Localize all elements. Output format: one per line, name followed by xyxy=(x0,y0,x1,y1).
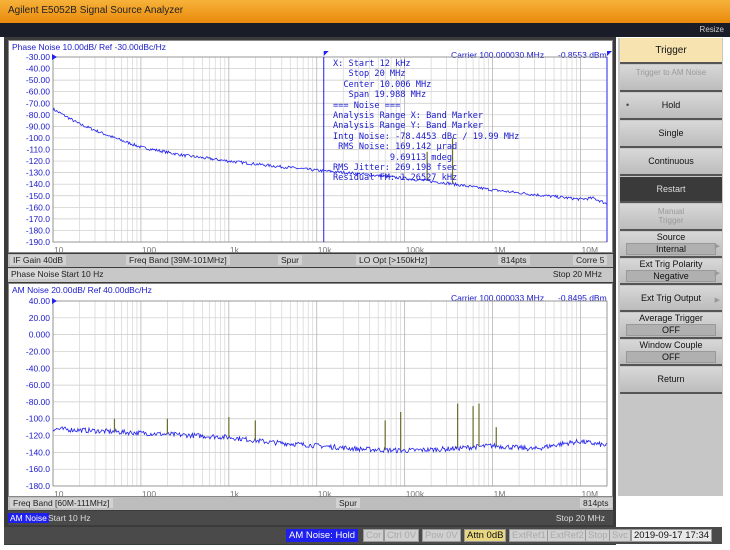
avg-label: Average Trigger xyxy=(639,313,703,323)
ext-trig-output-label: Ext Trig Output xyxy=(640,293,702,303)
y-tick-label: 0.000 xyxy=(29,330,51,340)
pow-indicator: Pow 0V xyxy=(422,529,461,542)
submenu-arrow-icon: ▶ xyxy=(714,269,720,277)
submenu-arrow-icon: ▶ xyxy=(714,242,720,250)
y-tick-label: -120.0 xyxy=(26,431,50,441)
am-freq-band: Freq Band [60M-111MHz] xyxy=(10,498,113,508)
cor-indicator: Cor xyxy=(363,529,385,542)
y-tick-label: -20.00 xyxy=(26,346,50,356)
y-tick-label: -80.00 xyxy=(26,397,50,407)
window-value: OFF xyxy=(626,351,716,363)
extref2-indicator: ExtRef2 xyxy=(547,529,587,542)
am-mode-label[interactable]: AM Noise xyxy=(8,513,49,523)
y-tick-label: -100.0 xyxy=(26,414,50,424)
window-couple-button[interactable]: Window Couple OFF xyxy=(620,340,722,366)
hold-label: Hold xyxy=(661,100,681,110)
am-status-row: Freq Band [60M-111MHz] Spur 814pts xyxy=(8,497,613,510)
svc-indicator: Svc xyxy=(609,529,631,542)
plot-area xyxy=(52,300,608,487)
status-bar: AM Noise: Hold Cor Ctrl 0V Pow 0V Attn 0… xyxy=(4,527,722,544)
y-tick-label: 20.00 xyxy=(29,313,51,323)
y-tick-label: -60.00 xyxy=(26,380,50,390)
extref1-indicator: ExtRef1 xyxy=(509,529,549,542)
y-tick-label: 40.00 xyxy=(29,296,51,306)
ctrl-indicator: Ctrl 0V xyxy=(384,529,420,542)
measurement-state: AM Noise: Hold xyxy=(286,529,358,542)
ref-level-icon xyxy=(52,298,57,304)
trigger-to-am-noise-button[interactable]: Trigger to AM Noise xyxy=(620,65,722,92)
source-button[interactable]: Source Internal ▶ xyxy=(620,232,722,258)
noise-trace xyxy=(52,426,608,454)
avg-value: OFF xyxy=(626,324,716,336)
y-tick-label: -180.0 xyxy=(26,481,50,491)
am-spur: Spur xyxy=(336,498,360,508)
hold-button[interactable]: • Hold xyxy=(620,93,722,120)
polarity-label: Ext Trig Polarity xyxy=(639,259,703,269)
attn-indicator: Attn 0dB xyxy=(464,529,507,542)
continuous-button[interactable]: Continuous xyxy=(620,149,722,176)
am-sweep-row: AM Noise Start 10 Hz Stop 20 MHz xyxy=(8,511,613,525)
window-label: Window Couple xyxy=(639,340,703,350)
ext-trig-polarity-button[interactable]: Ext Trig Polarity Negative ▶ xyxy=(620,259,722,285)
restart-button[interactable]: Restart xyxy=(620,177,722,203)
average-trigger-button[interactable]: Average Trigger OFF xyxy=(620,313,722,339)
source-label: Source xyxy=(656,232,686,242)
manual-trigger-button[interactable]: Manual Trigger xyxy=(620,204,722,231)
selected-dot-icon: • xyxy=(626,100,630,110)
am-start: Start 10 Hz xyxy=(48,513,91,523)
single-button[interactable]: Single xyxy=(620,121,722,148)
y-tick-label: -160.0 xyxy=(26,464,50,474)
submenu-arrow-icon: ▶ xyxy=(714,296,720,304)
am-points: 814pts xyxy=(580,498,612,508)
stop-indicator: Stop xyxy=(585,529,611,542)
am-stop: Stop 20 MHz xyxy=(555,513,605,523)
source-value: Internal xyxy=(626,243,716,255)
menu-title-trigger: Trigger xyxy=(620,38,722,64)
y-tick-label: -40.00 xyxy=(26,363,50,373)
y-tick-label: -140.0 xyxy=(26,447,50,457)
date-time: 2019-09-17 17:34 xyxy=(631,529,713,542)
softkey-menu: Trigger Trigger to AM Noise • Hold Single… xyxy=(618,38,723,496)
polarity-value: Negative xyxy=(626,270,716,282)
ext-trig-output-button[interactable]: Ext Trig Output ▶ xyxy=(620,286,722,312)
return-button[interactable]: Return xyxy=(620,367,722,394)
